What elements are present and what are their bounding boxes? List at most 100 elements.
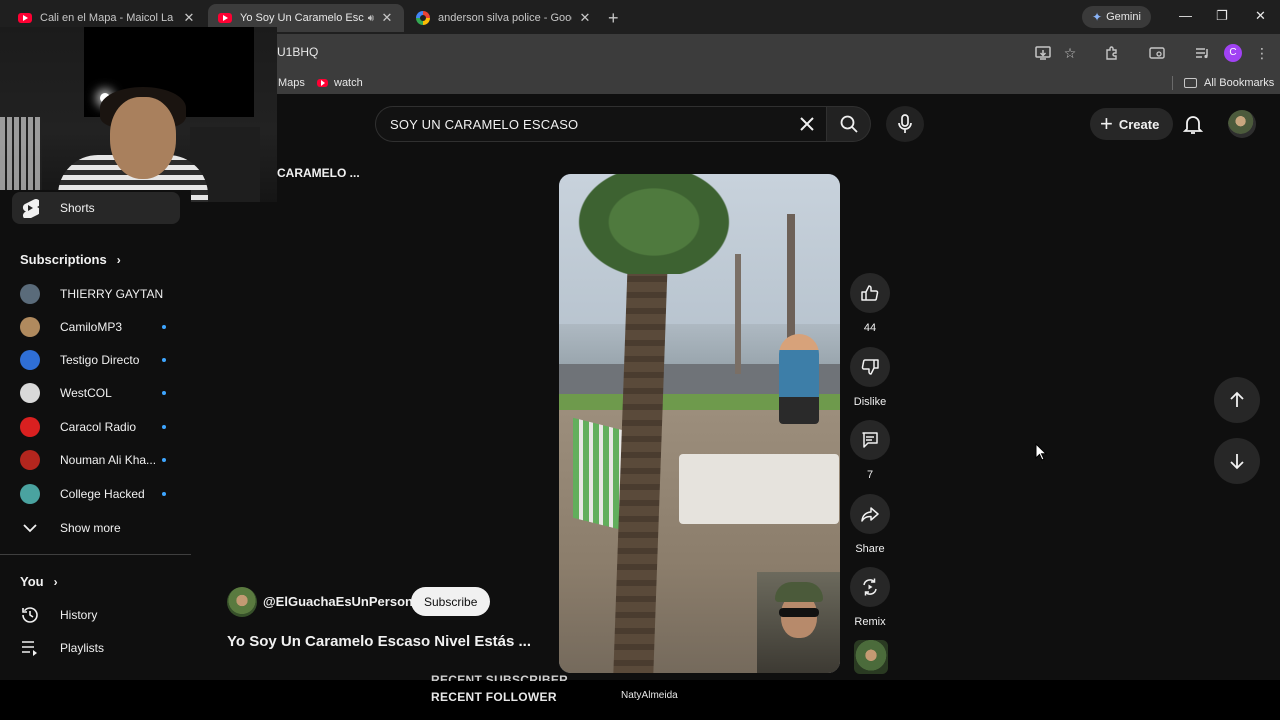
new-content-dot bbox=[162, 358, 166, 362]
webcam-overlay bbox=[0, 27, 277, 202]
bookmark-star-icon[interactable]: ☆ bbox=[1061, 44, 1079, 62]
chevron-right-icon: › bbox=[53, 574, 58, 589]
channel-avatar bbox=[20, 284, 40, 304]
minimize-button[interactable]: — bbox=[1179, 8, 1192, 23]
bookmarks-separator bbox=[1172, 76, 1173, 90]
like-button[interactable] bbox=[850, 273, 890, 313]
address-bar[interactable]: U1BHQ bbox=[277, 45, 318, 59]
subscriptions-heading[interactable]: Subscriptions › bbox=[20, 252, 121, 267]
notifications-bell-icon[interactable] bbox=[1181, 112, 1205, 136]
sidebar-item-history[interactable]: History bbox=[12, 599, 180, 631]
microphone-icon bbox=[896, 114, 914, 134]
tab-title: Yo Soy Un Caramelo Escaso bbox=[240, 12, 364, 24]
remix-icon bbox=[860, 577, 880, 597]
new-tab-button[interactable]: + bbox=[608, 8, 619, 29]
google-icon bbox=[416, 11, 430, 25]
new-content-dot bbox=[162, 425, 166, 429]
new-content-dot bbox=[162, 492, 166, 496]
comments-button[interactable] bbox=[850, 420, 890, 460]
avatar bbox=[20, 350, 40, 370]
media-control-icon[interactable] bbox=[1193, 44, 1211, 62]
new-content-dot bbox=[162, 458, 166, 462]
sidebar-item-subscription[interactable]: Testigo Directo bbox=[12, 344, 180, 376]
remix-button[interactable] bbox=[850, 567, 890, 607]
all-bookmarks-button[interactable]: All Bookmarks bbox=[1184, 77, 1274, 89]
window-close-button[interactable]: ✕ bbox=[1255, 8, 1266, 24]
gemini-button[interactable]: ✦ Gemini bbox=[1082, 6, 1151, 28]
sidebar-item-playlists[interactable]: Playlists bbox=[12, 632, 180, 664]
bookmark-maps[interactable]: Maps bbox=[278, 77, 305, 89]
short-title[interactable]: Yo Soy Un Caramelo Escaso Nivel Estás ..… bbox=[227, 633, 531, 650]
next-short-button[interactable] bbox=[1214, 438, 1260, 484]
all-bookmarks-label: All Bookmarks bbox=[1204, 77, 1275, 89]
search-input[interactable]: SOY UN CARAMELO ESCASO bbox=[375, 106, 827, 142]
youtube-icon bbox=[218, 11, 232, 25]
share-action: Share bbox=[850, 494, 890, 555]
clear-search-icon[interactable] bbox=[796, 113, 818, 135]
chevron-right-icon: › bbox=[116, 252, 121, 267]
folder-icon bbox=[1184, 78, 1197, 88]
maximize-button[interactable]: ❐ bbox=[1216, 8, 1228, 24]
avatar bbox=[20, 450, 40, 470]
create-button[interactable]: + Create bbox=[1090, 108, 1174, 140]
sidebar-item-subscription[interactable]: WestCOL bbox=[12, 377, 180, 409]
previous-short-button[interactable] bbox=[1214, 377, 1260, 423]
new-content-dot bbox=[162, 391, 166, 395]
share-button[interactable] bbox=[850, 494, 890, 534]
search-button[interactable] bbox=[827, 106, 871, 142]
avatar bbox=[20, 383, 40, 403]
sidebar-item-shorts[interactable]: Shorts bbox=[12, 192, 180, 224]
thumbs-up-icon bbox=[860, 283, 880, 303]
dislike-button[interactable] bbox=[850, 347, 890, 387]
account-avatar[interactable] bbox=[1228, 110, 1256, 138]
close-icon[interactable]: ✕ bbox=[380, 10, 394, 26]
avatar bbox=[20, 284, 40, 304]
shorts-video-player[interactable] bbox=[559, 174, 840, 673]
gemini-label: Gemini bbox=[1106, 11, 1141, 23]
channel-name[interactable]: @ElGuachaEsUnPerson bbox=[263, 594, 413, 609]
you-heading[interactable]: You › bbox=[20, 574, 58, 589]
sidebar-item-subscription[interactable]: Caracol Radio bbox=[12, 411, 180, 443]
extensions-icon[interactable] bbox=[1103, 44, 1121, 62]
speaker-icon[interactable]: 🔊︎ bbox=[368, 13, 374, 24]
comment-count: 7 bbox=[866, 469, 874, 481]
tab-search-icon[interactable] bbox=[1148, 44, 1166, 62]
browser-tab[interactable]: anderson silva police - Google ✕ bbox=[406, 4, 602, 32]
subscriptions-label: Subscriptions bbox=[20, 252, 107, 267]
sidebar-item-label: THIERRY GAYTAN bbox=[60, 287, 164, 301]
scene-label: CARAMELO ... bbox=[277, 166, 360, 180]
share-icon bbox=[860, 504, 880, 524]
create-label: Create bbox=[1118, 116, 1160, 132]
channel-avatar bbox=[20, 317, 40, 337]
sidebar-item-subscription[interactable]: CamiloMP3 bbox=[12, 311, 180, 343]
bookmark-watch[interactable]: watch bbox=[317, 77, 363, 89]
sound-thumbnail[interactable] bbox=[854, 640, 888, 674]
close-icon[interactable]: ✕ bbox=[578, 10, 592, 26]
bookmark-label: Maps bbox=[278, 77, 305, 89]
voice-search-button[interactable] bbox=[886, 106, 924, 142]
chrome-menu-icon[interactable]: ⋮ bbox=[1253, 44, 1271, 62]
channel-avatar bbox=[20, 450, 40, 470]
dislike-label: Dislike bbox=[853, 396, 887, 408]
channel-avatar bbox=[20, 484, 40, 504]
sidebar-item-subscription[interactable]: Nouman Ali Kha... bbox=[12, 444, 180, 476]
sidebar-item-label: Testigo Directo bbox=[60, 353, 140, 367]
avatar bbox=[20, 317, 40, 337]
arrow-down-icon bbox=[1228, 452, 1246, 470]
recent-follower-name: NatyAlmeida bbox=[621, 690, 678, 701]
share-label: Share bbox=[855, 543, 885, 555]
subscribe-button[interactable]: Subscribe bbox=[411, 587, 491, 616]
chevron-down-icon bbox=[20, 518, 40, 538]
close-icon[interactable]: ✕ bbox=[182, 10, 196, 26]
sidebar-item-label: CamiloMP3 bbox=[60, 320, 123, 334]
mouse-cursor-icon bbox=[1035, 443, 1047, 461]
shorts-icon bbox=[20, 198, 40, 218]
show-more-button[interactable]: Show more bbox=[12, 512, 180, 544]
you-label: You bbox=[20, 574, 44, 589]
profile-avatar[interactable]: C bbox=[1224, 44, 1242, 62]
sidebar-item-subscription[interactable]: College Hacked bbox=[12, 478, 180, 510]
install-app-icon[interactable] bbox=[1034, 44, 1052, 62]
sidebar-item-subscription[interactable]: THIERRY GAYTAN bbox=[12, 278, 180, 310]
channel-avatar[interactable] bbox=[227, 587, 257, 617]
sidebar: Shorts Subscriptions › THIERRY GAYTAN Ca… bbox=[0, 190, 191, 680]
